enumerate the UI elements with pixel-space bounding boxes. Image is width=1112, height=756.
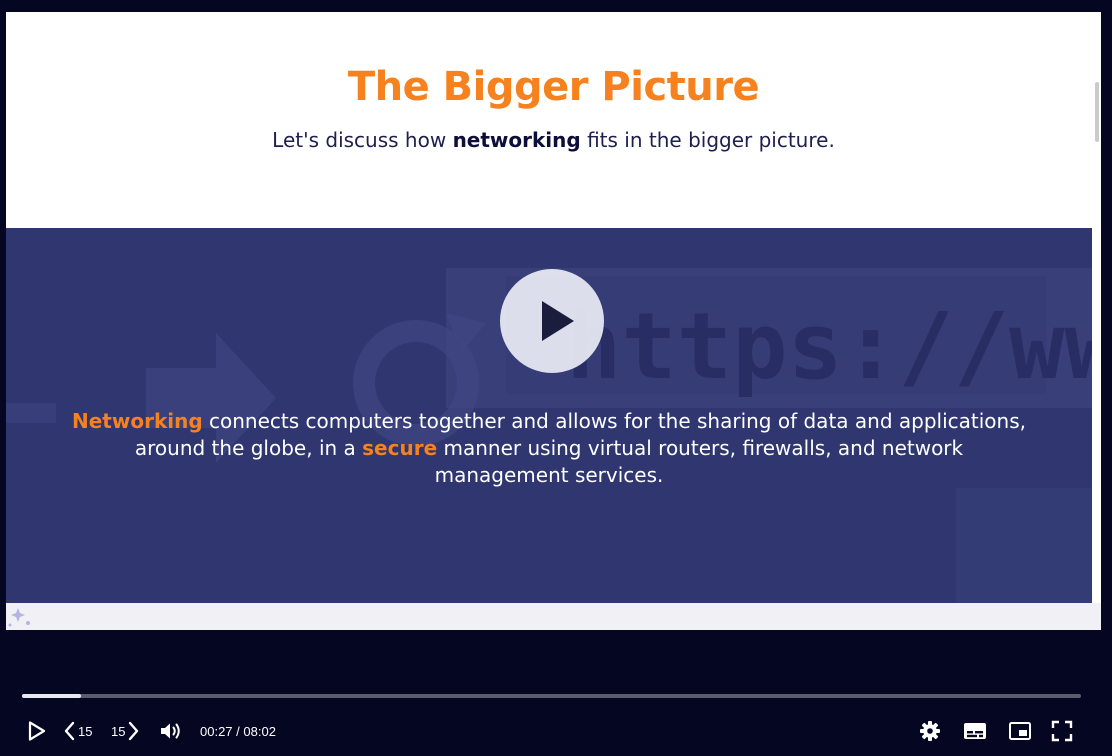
slide-body-text: Networking connects computers together a… — [66, 408, 1032, 489]
progress-fill — [22, 694, 82, 698]
captions-button[interactable] — [963, 712, 987, 750]
progress-bar[interactable] — [22, 694, 1081, 698]
skip-back-button[interactable]: 15 — [62, 712, 92, 750]
sparkle-decoration-icon — [8, 608, 30, 627]
skip-forward-button[interactable]: 15 — [111, 712, 141, 750]
subtitle-text-start: Let's discuss how — [272, 128, 453, 152]
skip-back-label: 15 — [78, 723, 93, 739]
slide-scrollbar[interactable] — [1095, 82, 1099, 142]
play-button[interactable] — [26, 712, 48, 750]
picture-in-picture-icon — [1009, 722, 1031, 740]
skip-forward-icon — [129, 721, 139, 741]
body-highlight-secure: secure — [362, 436, 438, 460]
picture-in-picture-button[interactable] — [1008, 712, 1032, 750]
center-play-button[interactable] — [500, 269, 604, 373]
body-text-part-2: manner using virtual routers, firewalls,… — [434, 436, 964, 487]
body-highlight-networking: Networking — [72, 409, 203, 433]
subtitle-text-end: fits in the bigger picture. — [580, 128, 835, 152]
slide-title: The Bigger Picture — [347, 64, 760, 110]
skip-back-icon — [64, 721, 75, 741]
background-url-text: https://www. — [566, 293, 1092, 400]
time-display: 00:27 / 08:02 — [200, 712, 276, 750]
play-icon — [28, 721, 46, 741]
subtitle-emphasis: networking — [452, 128, 581, 152]
skip-forward-label: 15 — [111, 723, 126, 739]
slide-banner: https://www. Networking connects compute… — [6, 228, 1092, 603]
play-icon — [542, 301, 574, 341]
slide-subtitle: Let's discuss how networking fits in the… — [6, 128, 1101, 152]
settings-button[interactable] — [919, 712, 941, 750]
current-time: 00:27 — [200, 723, 233, 739]
slide-footer — [6, 603, 1101, 630]
slide-header: The Bigger Picture Let's discuss how net… — [6, 12, 1101, 228]
volume-button[interactable] — [159, 712, 183, 750]
settings-icon — [920, 721, 940, 741]
fullscreen-icon — [1051, 720, 1073, 742]
video-frame[interactable]: The Bigger Picture Let's discuss how net… — [6, 12, 1101, 630]
captions-icon — [964, 723, 986, 739]
time-separator: / — [232, 723, 244, 739]
duration: 08:02 — [243, 723, 276, 739]
fullscreen-button[interactable] — [1051, 712, 1073, 750]
volume-icon — [161, 723, 180, 739]
player-controls: 15 15 00:27 / 08:02 — [0, 712, 1112, 750]
